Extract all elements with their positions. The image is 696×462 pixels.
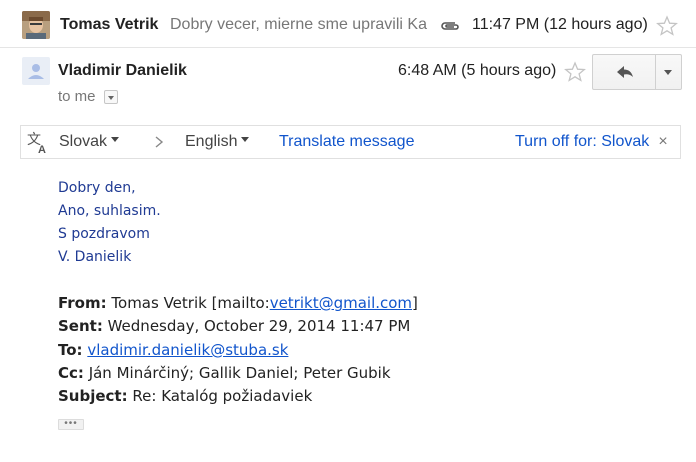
reply-button-group: [592, 54, 682, 90]
sent-value: Wednesday, October 29, 2014 11:47 PM: [107, 317, 411, 335]
star-outline-icon[interactable]: [656, 15, 678, 37]
person-photo-icon: [22, 11, 50, 39]
expanded-message-time: 6:48 AM (5 hours ago): [398, 62, 557, 79]
svg-text:A: A: [38, 144, 46, 155]
more-actions-button[interactable]: [656, 55, 681, 89]
cc-label: Cc:: [58, 364, 84, 382]
sender-avatar: [22, 11, 50, 39]
paperclip-icon: [441, 22, 459, 30]
caret-down-icon: [111, 137, 120, 143]
message-snippet: Dobry vecer, mierne sme upravili Ka: [170, 16, 427, 33]
collapsed-sender-name: Tomas Vetrik: [60, 16, 159, 33]
person-silhouette-icon: [28, 64, 44, 79]
from-email-link[interactable]: vetrikt@gmail.com: [270, 294, 412, 312]
collapsed-message-row[interactable]: Tomas Vetrik Dobry vecer, mierne sme upr…: [0, 0, 696, 48]
target-language-select[interactable]: English: [185, 133, 250, 151]
translate-bar: 文 A Slovak English Translate message Tur…: [20, 125, 681, 159]
to-email-link[interactable]: vladimir.danielik@stuba.sk: [87, 341, 288, 359]
star-outline-icon[interactable]: [564, 61, 586, 83]
show-details-button[interactable]: [104, 90, 118, 104]
quoted-cc-line: Cc: Ján Minárčiný; Gallik Daniel; Peter …: [58, 364, 391, 382]
body-line: S pozdravom: [58, 226, 150, 242]
reply-button[interactable]: [593, 55, 655, 89]
to-label: To:: [58, 341, 83, 359]
from-close: ]: [412, 294, 418, 312]
turn-off-translation-link[interactable]: Turn off for: Slovak: [515, 133, 649, 151]
sender-avatar-placeholder: [22, 57, 50, 85]
show-trimmed-content-button[interactable]: •••: [58, 419, 84, 430]
subject-label: Subject:: [58, 387, 128, 405]
subject-value: Re: Katalóg požiadaviek: [132, 387, 313, 405]
quoted-from-line: From: Tomas Vetrik [mailto:vetrikt@gmail…: [58, 294, 418, 312]
from-name: Tomas Vetrik [mailto:: [111, 294, 270, 312]
chevron-right-icon: [155, 136, 164, 148]
cc-value: Ján Minárčiný; Gallik Daniel; Peter Gubi…: [88, 364, 391, 382]
body-line: Dobry den,: [58, 180, 136, 196]
sent-label: Sent:: [58, 317, 103, 335]
caret-down-icon: [241, 137, 250, 143]
translate-icon: 文 A: [27, 132, 46, 155]
close-icon[interactable]: ×: [655, 134, 671, 150]
recipient-summary: to me: [58, 88, 96, 105]
quoted-to-line: To: vladimir.danielik@stuba.sk: [58, 341, 288, 359]
quoted-subject-line: Subject: Re: Katalóg požiadaviek: [58, 387, 312, 405]
quoted-sent-line: Sent: Wednesday, October 29, 2014 11:47 …: [58, 317, 410, 335]
translate-message-link[interactable]: Translate message: [279, 133, 414, 151]
from-label: From:: [58, 294, 107, 312]
collapsed-message-time: 11:47 PM (12 hours ago): [472, 16, 648, 33]
body-line: Ano, suhlasim.: [58, 203, 161, 219]
expanded-sender-name[interactable]: Vladimir Danielik: [58, 62, 187, 80]
reply-arrow-icon: [617, 66, 633, 78]
source-language-select[interactable]: Slovak: [59, 133, 120, 151]
body-line: V. Danielik: [58, 249, 132, 265]
